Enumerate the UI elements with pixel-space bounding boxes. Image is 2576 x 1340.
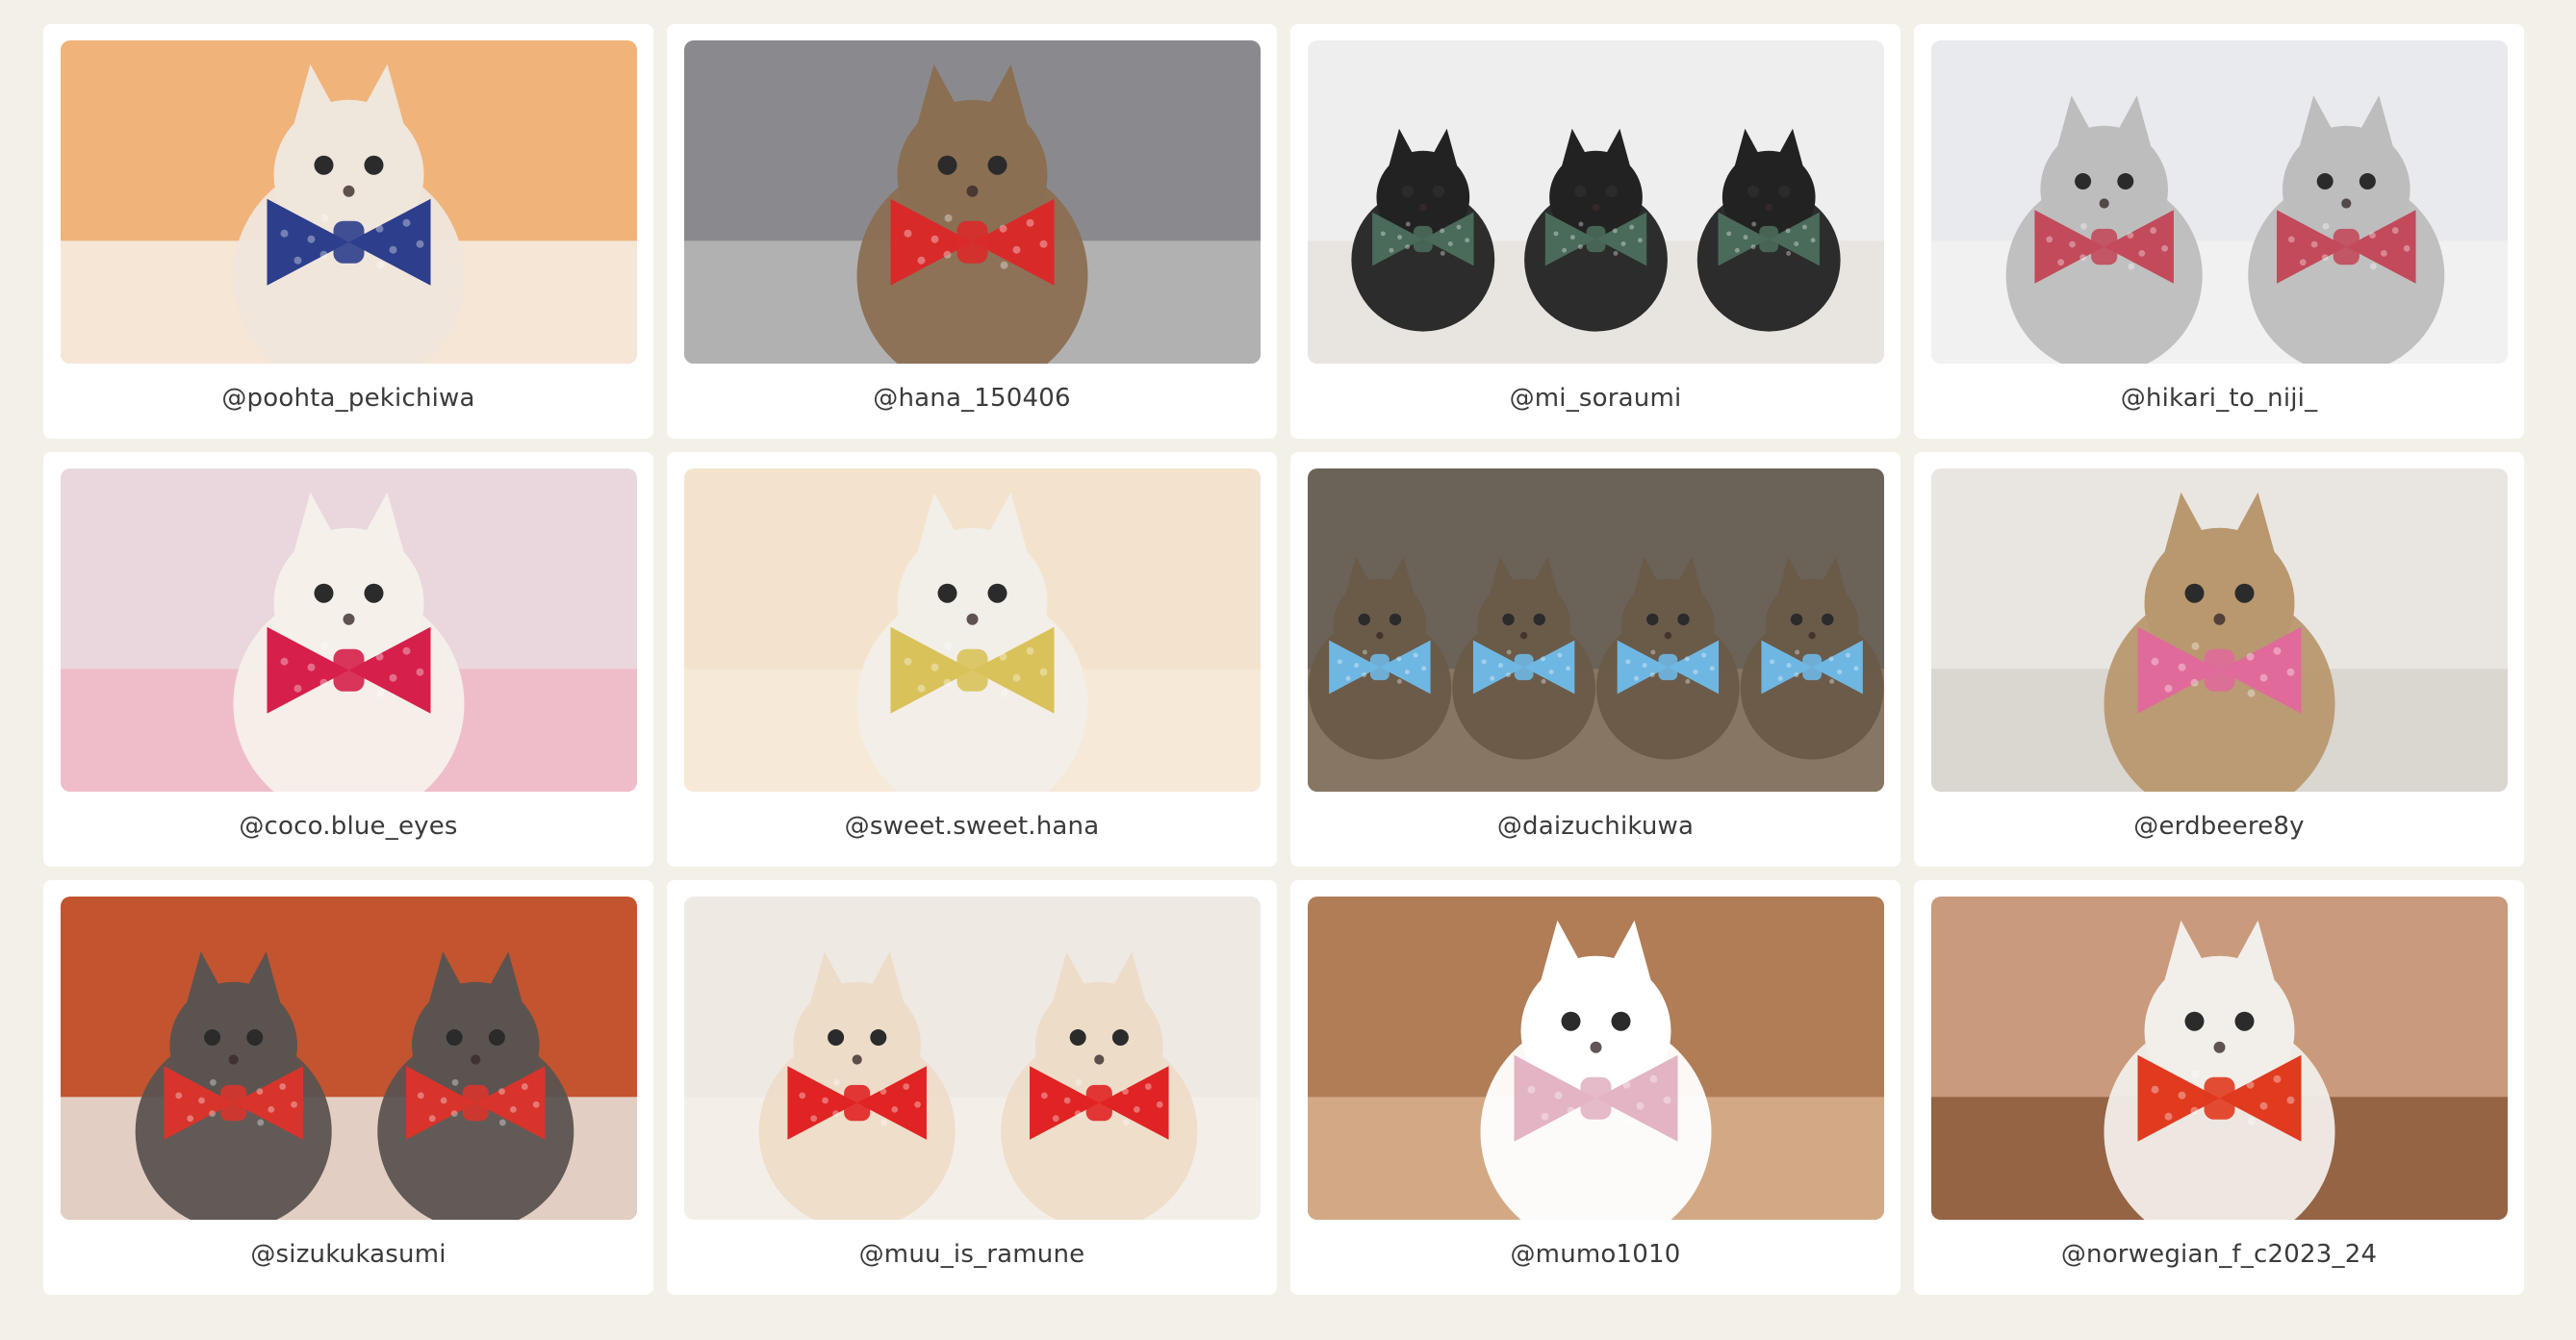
gallery-card-1[interactable]: @poohta_pekichiwa	[43, 24, 653, 439]
pet-photo[interactable]	[1931, 897, 2508, 1220]
instagram-handle[interactable]: @daizuchikuwa	[1290, 812, 1900, 841]
pet-photo[interactable]	[1931, 40, 2508, 364]
instagram-handle[interactable]: @erdbeere8y	[1914, 812, 2524, 841]
photo-illustration	[1308, 468, 1884, 792]
photo-illustration	[61, 897, 637, 1220]
photo-illustration	[61, 40, 637, 364]
gallery-card-12[interactable]: @norwegian_f_c2023_24	[1914, 880, 2524, 1295]
gallery-card-4[interactable]: @hikari_to_niji_	[1914, 24, 2524, 439]
gallery-card-6[interactable]: @sweet.sweet.hana	[667, 452, 1277, 867]
instagram-handle[interactable]: @hikari_to_niji_	[1914, 384, 2524, 413]
pet-photo[interactable]	[61, 897, 637, 1220]
instagram-handle[interactable]: @coco.blue_eyes	[43, 812, 653, 841]
pet-photo[interactable]	[684, 468, 1261, 792]
instagram-handle[interactable]: @poohta_pekichiwa	[43, 384, 653, 413]
instagram-handle[interactable]: @hana_150406	[667, 384, 1277, 413]
photo-illustration	[1931, 40, 2508, 364]
gallery-card-2[interactable]: @hana_150406	[667, 24, 1277, 439]
pet-photo[interactable]	[1308, 468, 1884, 792]
photo-illustration	[1931, 897, 2508, 1220]
instagram-handle[interactable]: @muu_is_ramune	[667, 1240, 1277, 1269]
pet-photo[interactable]	[1308, 897, 1884, 1220]
photo-illustration	[684, 40, 1261, 364]
gallery-card-5[interactable]: @coco.blue_eyes	[43, 452, 653, 867]
photo-illustration	[684, 468, 1261, 792]
gallery-card-3[interactable]: @mi_soraumi	[1290, 24, 1900, 439]
pet-photo[interactable]	[1308, 40, 1884, 364]
pet-photo[interactable]	[1931, 468, 2508, 792]
gallery-card-9[interactable]: @sizukukasumi	[43, 880, 653, 1295]
photo-illustration	[1308, 897, 1884, 1220]
gallery-card-10[interactable]: @muu_is_ramune	[667, 880, 1277, 1295]
pet-gallery-grid: @poohta_pekichiwa @hana_150406 @mi_sorau…	[43, 24, 2524, 1295]
instagram-handle[interactable]: @mumo1010	[1290, 1240, 1900, 1269]
gallery-card-8[interactable]: @erdbeere8y	[1914, 452, 2524, 867]
gallery-card-7[interactable]: @daizuchikuwa	[1290, 452, 1900, 867]
instagram-handle[interactable]: @norwegian_f_c2023_24	[1914, 1240, 2524, 1269]
pet-photo[interactable]	[684, 897, 1261, 1220]
gallery-card-11[interactable]: @mumo1010	[1290, 880, 1900, 1295]
instagram-handle[interactable]: @mi_soraumi	[1290, 384, 1900, 413]
photo-illustration	[1931, 468, 2508, 792]
photo-illustration	[61, 468, 637, 792]
photo-illustration	[1308, 40, 1884, 364]
pet-photo[interactable]	[61, 40, 637, 364]
pet-photo[interactable]	[684, 40, 1261, 364]
instagram-handle[interactable]: @sizukukasumi	[43, 1240, 653, 1269]
instagram-handle[interactable]: @sweet.sweet.hana	[667, 812, 1277, 841]
photo-illustration	[684, 897, 1261, 1220]
pet-photo[interactable]	[61, 468, 637, 792]
